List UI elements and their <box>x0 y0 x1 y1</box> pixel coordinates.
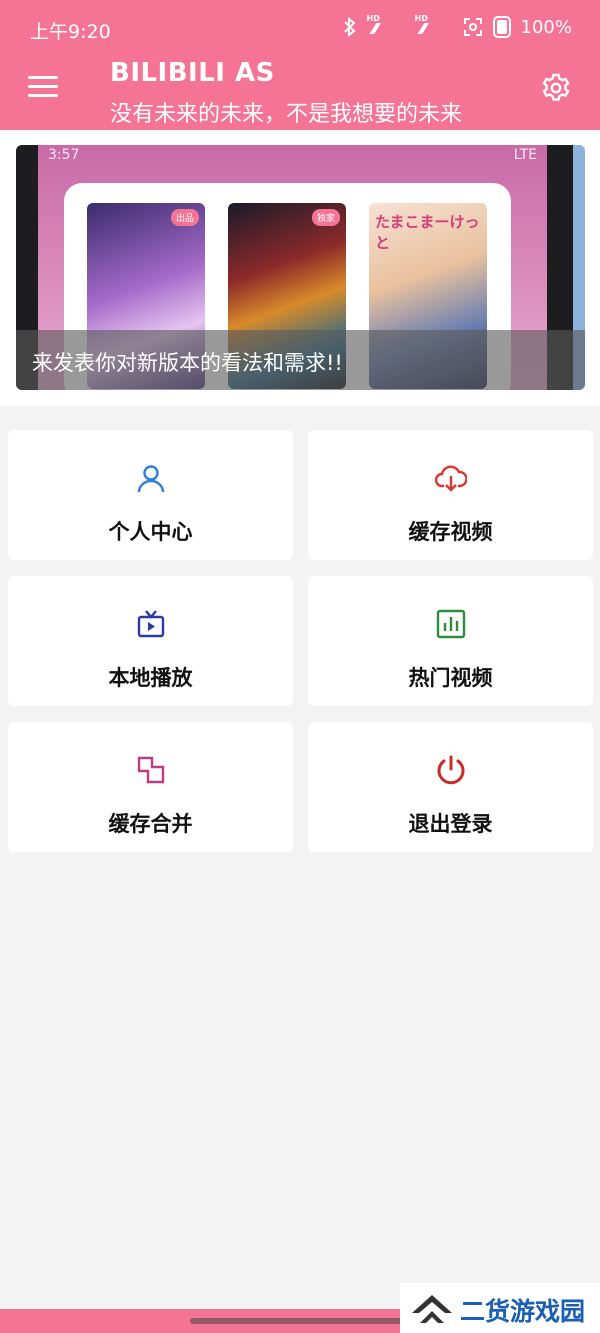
power-icon <box>437 755 464 785</box>
menu-label: 退出登录 <box>408 812 493 836</box>
menu-tile-cache-merge[interactable]: 缓存合并 <box>8 722 293 852</box>
app-subtitle: 没有未来的未来，不是我想要的未来 <box>110 102 463 127</box>
poster-title: たまこまーけっと <box>375 213 480 252</box>
chart-bars-icon <box>436 609 465 639</box>
status-icons: HD ⁄⁄⁄ HD ⁄⁄⁄ 100% <box>343 14 572 38</box>
poster-tag: 出品 <box>170 209 199 226</box>
menu-label: 缓存视频 <box>408 520 493 544</box>
cloud-download-icon <box>434 465 467 492</box>
banner-carousel[interactable]: 3:57 LTE 出品 独家 たまこまーけっと 来发表你对新版本的看法和需求!! <box>16 145 585 390</box>
menu-tile-profile[interactable]: 个人中心 <box>8 430 293 560</box>
menu-label: 本地播放 <box>108 666 193 690</box>
watermark-text: 二货游戏园 <box>460 1297 586 1326</box>
watermark-logo-icon <box>412 1295 452 1323</box>
banner-phone-time: 3:57 <box>48 147 80 163</box>
menu-label: 热门视频 <box>408 666 493 690</box>
banner-section: 3:57 LTE 出品 独家 たまこまーけっと 来发表你对新版本的看法和需求!! <box>0 130 600 406</box>
poster-tag: 独家 <box>311 209 340 226</box>
menu-tile-hot-videos[interactable]: 热门视频 <box>308 576 593 706</box>
menu-tile-logout[interactable]: 退出登录 <box>308 722 593 852</box>
menu-tile-cached-videos[interactable]: 缓存视频 <box>308 430 593 560</box>
menu-tile-local-play[interactable]: 本地播放 <box>8 576 293 706</box>
app-bar: BILIBILI AS 没有未来的未来，不是我想要的未来 <box>0 58 600 130</box>
app-title: BILIBILI AS <box>110 58 275 88</box>
bluetooth-icon <box>343 16 356 38</box>
battery-icon <box>492 16 511 38</box>
status-time: 上午9:20 <box>30 21 111 43</box>
banner-phone-network: LTE <box>513 147 537 163</box>
tv-play-icon <box>137 610 164 638</box>
status-bar: 上午9:20 HD ⁄⁄⁄ HD ⁄⁄⁄ 100% <box>0 0 600 58</box>
watermark: 二货游戏园 <box>400 1283 600 1333</box>
home-indicator[interactable] <box>190 1318 410 1324</box>
settings-gear-icon[interactable] <box>540 72 572 104</box>
signal-icon-2: HD ⁄⁄⁄ <box>414 14 428 38</box>
focus-mode-icon <box>463 18 482 36</box>
menu-label: 个人中心 <box>108 520 193 544</box>
merge-squares-icon <box>137 756 164 784</box>
user-icon <box>137 465 164 493</box>
hamburger-menu-icon[interactable] <box>28 76 58 100</box>
battery-percent: 100% <box>520 16 572 38</box>
signal-icon: HD ⁄⁄⁄ <box>366 14 380 38</box>
banner-caption: 来发表你对新版本的看法和需求!! <box>16 330 585 390</box>
menu-label: 缓存合并 <box>108 812 193 836</box>
